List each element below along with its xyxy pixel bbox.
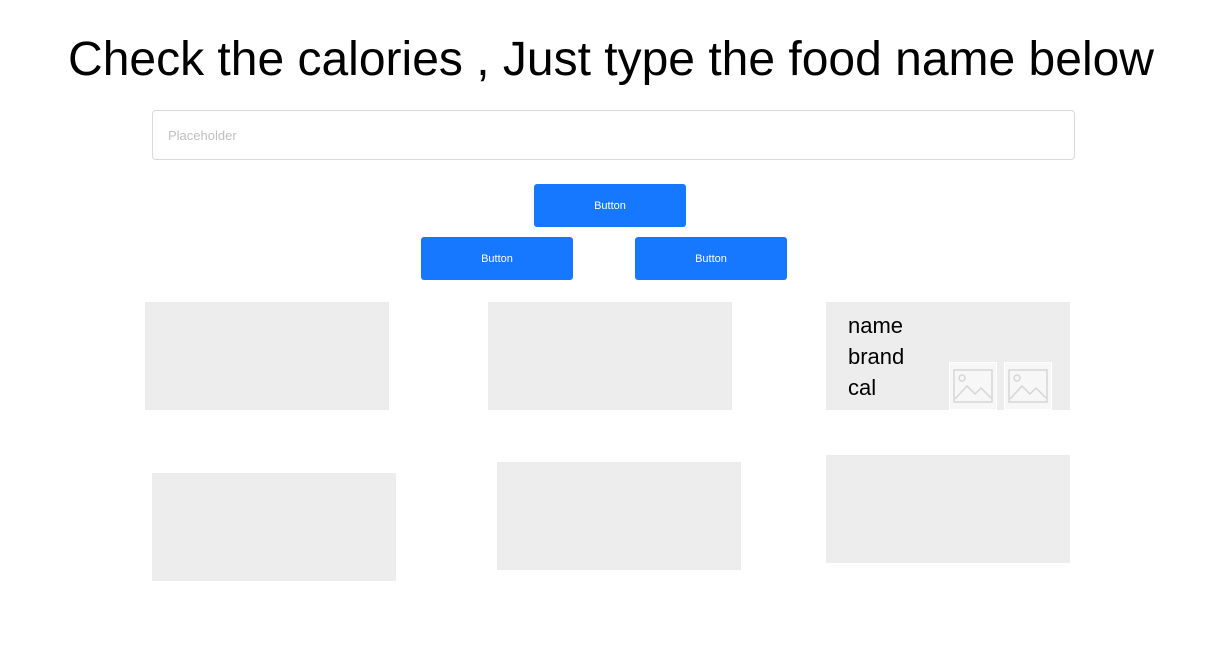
food-info: name brand cal (848, 310, 904, 403)
primary-button[interactable]: Button (534, 184, 686, 227)
food-name: name (848, 313, 904, 338)
image-placeholder-icon (949, 362, 997, 410)
food-calories: cal (848, 375, 877, 400)
left-button[interactable]: Button (421, 237, 573, 280)
image-placeholder-icon (1004, 362, 1052, 410)
food-brand: brand (848, 344, 905, 369)
food-search-input[interactable] (152, 110, 1075, 160)
food-card-2 (488, 302, 732, 410)
food-card-6 (826, 455, 1070, 563)
right-button[interactable]: Button (635, 237, 787, 280)
food-card-5 (497, 462, 741, 570)
food-card-1 (145, 302, 389, 410)
page-title: Check the calories , Just type the food … (68, 33, 1154, 86)
food-card-4 (152, 473, 396, 581)
food-card-3: name brand cal (826, 302, 1070, 410)
